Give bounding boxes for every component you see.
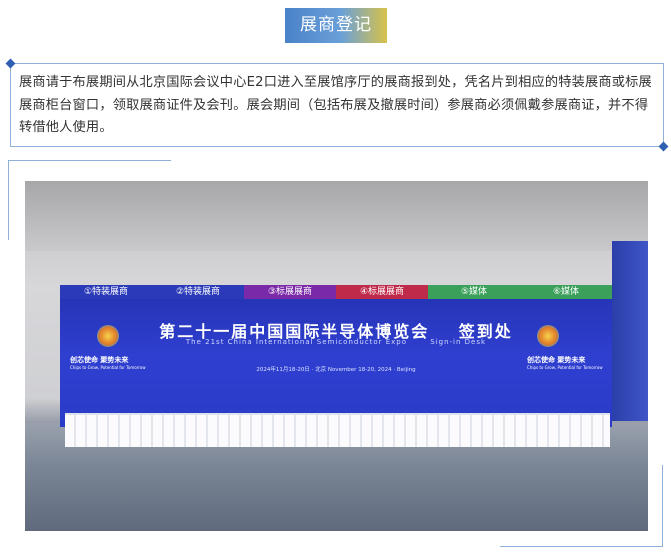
decor-line (8, 160, 171, 161)
slogan-left: 创芯使命 聚势未来 (70, 356, 129, 364)
signin-desk-photo: ①特装展商 ②特装展商 ③标展展商 ④标展展商 ⑤媒体 ⑥媒体 创芯使命 聚势未… (25, 181, 648, 531)
category-5: ⑤媒体 (428, 285, 520, 299)
category-6: ⑥媒体 (520, 285, 612, 299)
expo-title-en: The 21st China International Semiconduct… (185, 338, 408, 346)
notice-text: 展商请于布展期间从北京国际会议中心E2口进入至展馆序厅的展商报到处，凭名片到相应… (19, 75, 652, 135)
section-title: 展商登记 (285, 8, 387, 43)
blue-wall-panel (612, 241, 648, 421)
category-2: ②特装展商 (152, 285, 244, 299)
corner-diamond-icon (658, 141, 669, 152)
expo-dates: 2024年11月18-20日 · 北京 November 18-20, 2024… (256, 367, 416, 373)
notice-box: 展商请于布展期间从北京国际会议中心E2口进入至展馆序厅的展商报到处，凭名片到相应… (5, 58, 669, 152)
backdrop-board: ①特装展商 ②特装展商 ③标展展商 ④标展展商 ⑤媒体 ⑥媒体 创芯使命 聚势未… (60, 285, 612, 427)
corner-diamond-icon (5, 58, 16, 69)
slogan-right: 创芯使命 聚势未来 (527, 356, 586, 364)
decor-line (662, 465, 663, 547)
expo-subtitle: The 21st China International Semiconduct… (60, 338, 612, 346)
decor-line (500, 546, 663, 547)
signin-title-en: Sign-in Desk (430, 338, 487, 346)
signin-counter (65, 413, 610, 447)
category-1: ①特装展商 (60, 285, 152, 299)
decor-line (8, 160, 9, 240)
ceiling (25, 181, 648, 251)
category-3: ③标展展商 (244, 285, 336, 299)
category-bar: ①特装展商 ②特装展商 ③标展展商 ④标展展商 ⑤媒体 ⑥媒体 (60, 285, 612, 299)
category-4: ④标展展商 (336, 285, 428, 299)
